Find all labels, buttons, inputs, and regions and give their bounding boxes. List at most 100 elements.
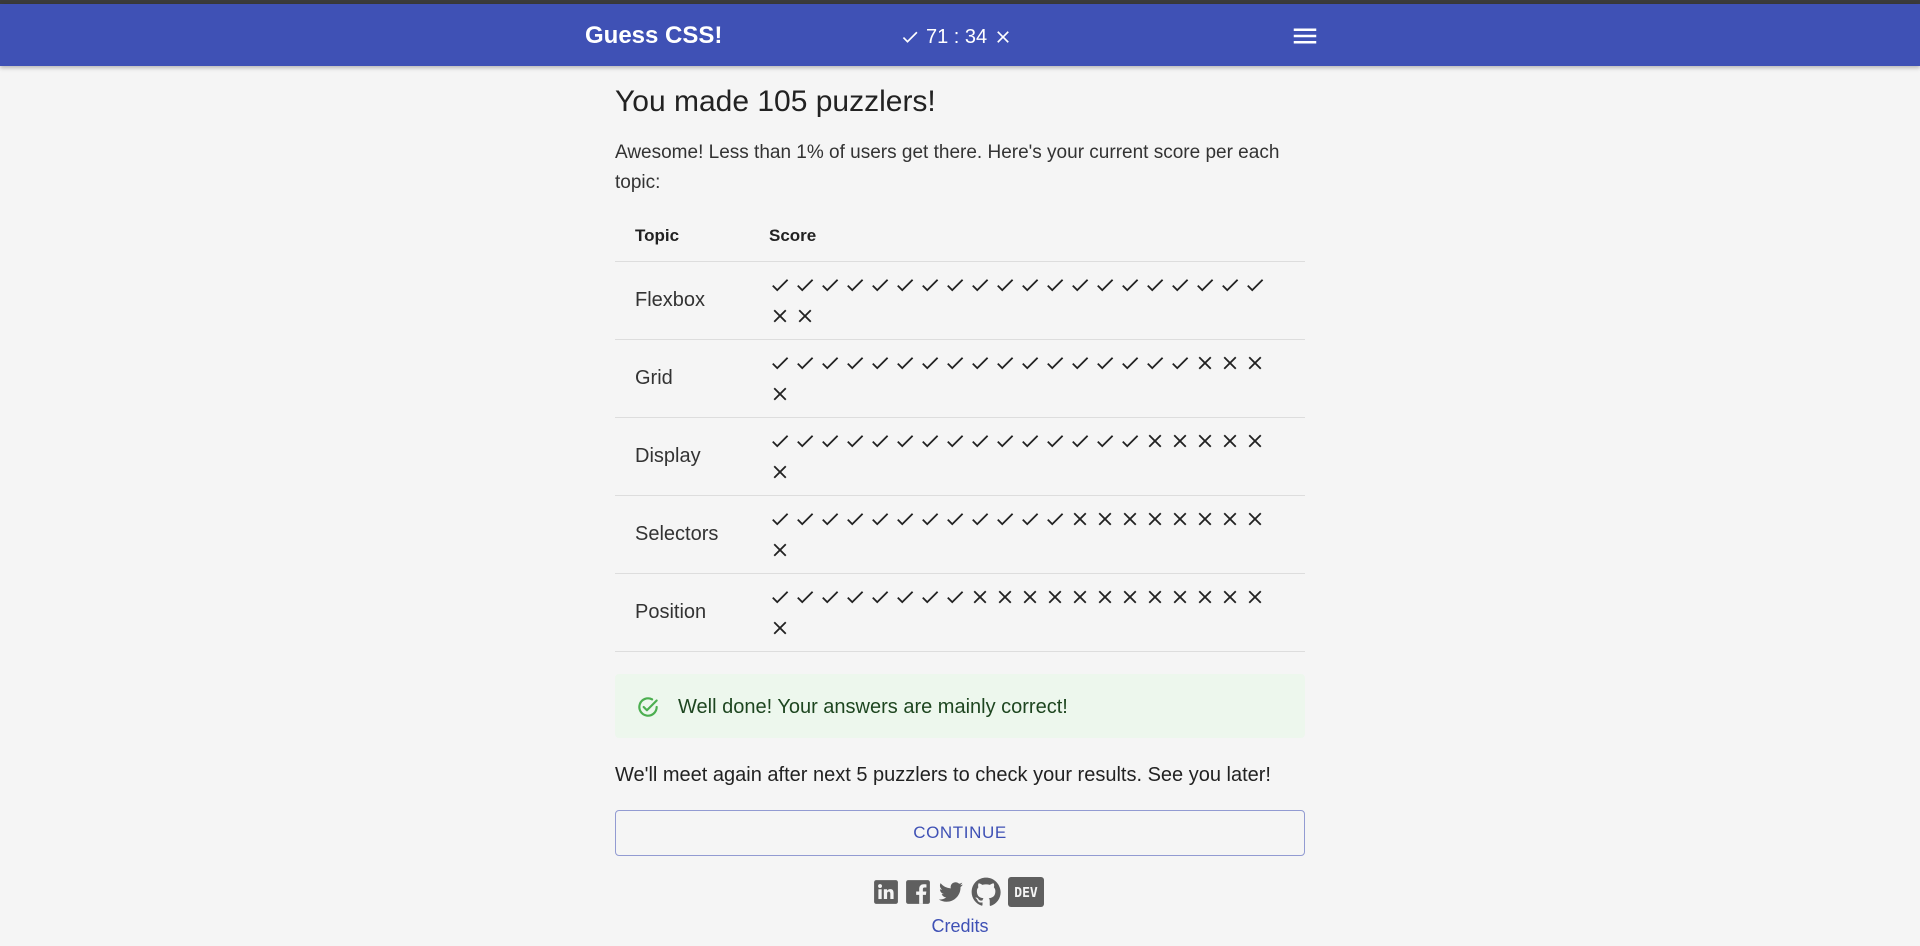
continue-button[interactable]: CONTINUE	[615, 810, 1305, 856]
check-icon	[769, 504, 794, 535]
check-icon	[869, 348, 894, 379]
close-icon	[1019, 582, 1044, 613]
check-icon	[1069, 426, 1094, 457]
topic-name: Display	[615, 417, 749, 496]
close-icon	[1244, 582, 1269, 613]
github-link[interactable]	[971, 877, 1001, 907]
social-links: DEV	[873, 876, 1049, 908]
close-icon	[1194, 348, 1219, 379]
score-marks-cell	[749, 417, 1305, 496]
check-icon	[944, 348, 969, 379]
close-icon	[1169, 582, 1194, 613]
linkedin-icon	[873, 879, 899, 905]
check-icon	[1069, 270, 1094, 301]
score-counter: 71 : 34	[900, 24, 1013, 50]
topic-name: Selectors	[615, 495, 749, 574]
table-row: Flexbox	[615, 261, 1305, 340]
check-icon	[1119, 426, 1144, 457]
check-icon	[1119, 348, 1144, 379]
dev-icon: DEV	[1007, 876, 1045, 908]
credits-link[interactable]: Credits	[615, 916, 1305, 937]
check-icon	[769, 582, 794, 613]
score-marks	[769, 504, 1289, 566]
check-icon	[869, 270, 894, 301]
table-row: Grid	[615, 339, 1305, 418]
linkedin-link[interactable]	[873, 879, 899, 905]
menu-button[interactable]	[1290, 21, 1320, 51]
close-icon	[1194, 504, 1219, 535]
score-marks-cell	[749, 339, 1305, 418]
check-circle-icon	[635, 694, 661, 725]
check-icon	[819, 582, 844, 613]
check-icon	[894, 270, 919, 301]
close-icon	[1194, 582, 1219, 613]
check-icon	[1144, 270, 1169, 301]
check-icon	[1019, 426, 1044, 457]
topic-name: Position	[615, 573, 749, 652]
check-icon	[794, 582, 819, 613]
twitter-link[interactable]	[937, 879, 965, 905]
check-icon	[1169, 270, 1194, 301]
check-icon	[844, 582, 869, 613]
dev-link[interactable]: DEV	[1007, 876, 1045, 908]
twitter-icon	[937, 879, 965, 905]
check-icon	[1169, 348, 1194, 379]
check-icon	[1069, 348, 1094, 379]
table-row: Selectors	[615, 495, 1305, 574]
close-icon	[1144, 582, 1169, 613]
topic-name: Flexbox	[615, 261, 749, 340]
close-icon	[969, 582, 994, 613]
close-icon	[1119, 582, 1144, 613]
score-marks	[769, 582, 1289, 644]
check-icon	[900, 27, 920, 47]
check-icon	[869, 426, 894, 457]
close-icon	[1044, 582, 1069, 613]
check-icon	[1094, 348, 1119, 379]
hamburger-menu-icon	[1290, 28, 1320, 55]
check-icon	[1044, 270, 1069, 301]
close-icon	[1069, 582, 1094, 613]
check-icon	[894, 426, 919, 457]
check-icon	[1119, 270, 1144, 301]
check-icon	[919, 504, 944, 535]
check-icon	[794, 270, 819, 301]
close-icon	[1219, 582, 1244, 613]
table-row: Position	[615, 573, 1305, 652]
check-icon	[969, 426, 994, 457]
close-icon	[1219, 348, 1244, 379]
close-icon	[1169, 426, 1194, 457]
close-icon	[1194, 426, 1219, 457]
check-icon	[1219, 270, 1244, 301]
score-table: Topic Score Flexbox Grid Display Selecto…	[615, 211, 1305, 652]
check-icon	[769, 426, 794, 457]
check-icon	[1244, 270, 1269, 301]
score-marks-cell	[749, 495, 1305, 574]
check-icon	[844, 348, 869, 379]
close-icon	[1244, 348, 1269, 379]
check-icon	[944, 504, 969, 535]
alert-message: Well done! Your answers are mainly corre…	[678, 696, 1068, 718]
check-icon	[894, 348, 919, 379]
close-icon	[1144, 504, 1169, 535]
check-icon	[1019, 504, 1044, 535]
check-icon	[1019, 270, 1044, 301]
close-icon	[769, 535, 794, 566]
facebook-link[interactable]	[905, 879, 931, 905]
check-icon	[819, 348, 844, 379]
check-icon	[919, 348, 944, 379]
check-icon	[944, 270, 969, 301]
check-icon	[994, 348, 1019, 379]
intro-text: Awesome! Less than 1% of users get there…	[615, 142, 1280, 193]
check-icon	[919, 270, 944, 301]
close-icon	[1094, 504, 1119, 535]
check-icon	[919, 582, 944, 613]
check-icon	[1044, 504, 1069, 535]
check-icon	[794, 348, 819, 379]
success-alert: Well done! Your answers are mainly corre…	[615, 674, 1305, 738]
check-icon	[994, 426, 1019, 457]
check-icon	[994, 270, 1019, 301]
table-header-row: Topic Score	[615, 211, 1305, 262]
close-icon	[1169, 504, 1194, 535]
close-icon	[769, 301, 794, 332]
close-icon	[769, 457, 794, 488]
